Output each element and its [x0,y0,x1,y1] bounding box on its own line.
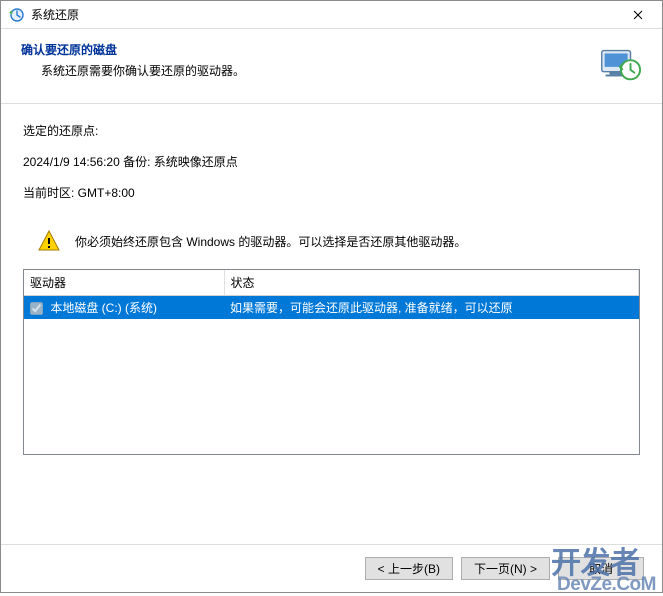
warning-icon [37,229,61,253]
next-button[interactable]: 下一页(N) > [461,557,550,580]
warning-text: 你必须始终还原包含 Windows 的驱动器。可以选择是否还原其他驱动器。 [75,233,466,250]
restore-icon [596,41,642,87]
close-button[interactable] [622,1,654,28]
header-subtitle: 系统还原需要你确认要还原的驱动器。 [21,62,584,79]
drive-status: 如果需要，可能会还原此驱动器, 准备就绪，可以还原 [224,296,639,320]
titlebar: 系统还原 [1,1,662,29]
content-area: 选定的还原点: 2024/1/9 14:56:20 备份: 系统映像还原点 当前… [1,104,662,544]
timezone-info: 当前时区: GMT+8:00 [23,184,640,201]
drive-checkbox[interactable] [30,302,43,315]
table-row[interactable]: 本地磁盘 (C:) (系统) 如果需要，可能会还原此驱动器, 准备就绪，可以还原 [24,296,639,320]
header-text: 确认要还原的磁盘 系统还原需要你确认要还原的驱动器。 [21,41,584,79]
app-icon [9,7,25,23]
back-button[interactable]: < 上一步(B) [365,557,453,580]
selected-restore-point-label: 选定的还原点: [23,122,640,139]
system-restore-window: 系统还原 确认要还原的磁盘 系统还原需要你确认要还原的驱动器。 选定的还原点: … [0,0,663,593]
wizard-footer: < 上一步(B) 下一页(N) > 取消 开发者 DevZe.CoM [1,544,662,592]
window-title: 系统还原 [31,6,622,23]
drive-name: 本地磁盘 (C:) (系统) [50,301,157,315]
warning-row: 你必须始终还原包含 Windows 的驱动器。可以选择是否还原其他驱动器。 [23,229,640,253]
col-header-status[interactable]: 状态 [224,270,639,296]
wizard-header: 确认要还原的磁盘 系统还原需要你确认要还原的驱动器。 [1,29,662,104]
col-header-drive[interactable]: 驱动器 [24,270,224,296]
cancel-button[interactable]: 取消 [558,557,644,580]
restore-point-info: 2024/1/9 14:56:20 备份: 系统映像还原点 [23,153,640,170]
header-title: 确认要还原的磁盘 [21,41,584,58]
drive-table: 驱动器 状态 本地磁盘 (C:) (系统) 如果需要，可能会还原此驱动器, 准备… [23,269,640,455]
